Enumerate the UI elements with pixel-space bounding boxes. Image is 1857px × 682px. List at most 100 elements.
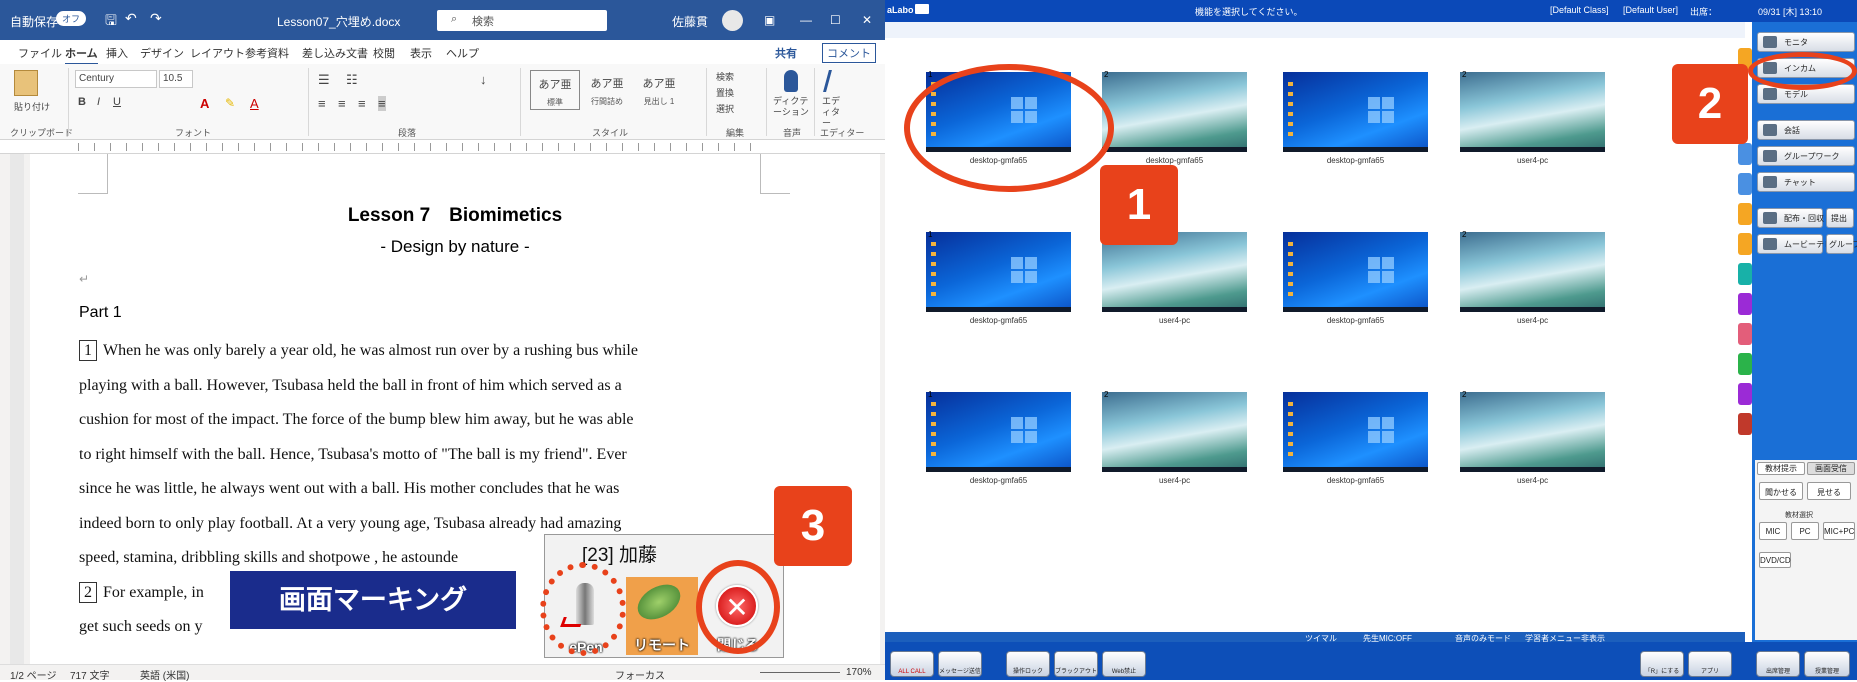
bullets-icon[interactable]: ☰ bbox=[318, 72, 330, 88]
tab-insert[interactable]: 挿入 bbox=[106, 45, 128, 61]
student-thumbnail[interactable]: 1 bbox=[926, 230, 1071, 312]
font-color-icon[interactable]: A bbox=[250, 96, 259, 111]
align-left-icon[interactable]: ≡ bbox=[318, 96, 326, 111]
message-button[interactable]: メッセージ送信 bbox=[938, 651, 982, 677]
tab-help[interactable]: ヘルプ bbox=[446, 45, 479, 61]
side-tab[interactable] bbox=[1738, 143, 1752, 165]
paste-button[interactable]: 貼り付け bbox=[14, 100, 50, 113]
student-thumbnail[interactable]: 2 bbox=[1460, 230, 1605, 312]
dvd-button[interactable]: DVD/CD bbox=[1759, 552, 1791, 568]
remote-button[interactable]: リモート bbox=[626, 577, 698, 655]
highlight-icon[interactable]: ✎ bbox=[225, 96, 235, 110]
tab-screen-receive[interactable]: 画面受信 bbox=[1807, 462, 1855, 475]
web-block-button[interactable]: Web禁止 bbox=[1102, 651, 1146, 677]
side-tab[interactable] bbox=[1738, 353, 1752, 375]
sort-icon[interactable]: ↓ bbox=[480, 72, 487, 87]
share-button[interactable]: 共有 bbox=[775, 45, 797, 61]
conversation-button[interactable]: 会話 bbox=[1757, 120, 1855, 140]
tab-materials[interactable]: 教材提示 bbox=[1757, 462, 1805, 475]
tab-design[interactable]: デザイン bbox=[140, 45, 184, 61]
select-button[interactable]: 選択 bbox=[716, 102, 734, 115]
tab-layout[interactable]: レイアウト bbox=[190, 45, 245, 61]
underline-button[interactable]: U bbox=[113, 96, 121, 108]
student-thumbnail[interactable]: 2 bbox=[1102, 390, 1247, 472]
student-thumbnail[interactable]: 2 bbox=[1102, 70, 1247, 152]
redo-icon[interactable]: ↷ bbox=[150, 10, 162, 27]
side-tab[interactable] bbox=[1738, 233, 1752, 255]
listen-button[interactable]: 聞かせる bbox=[1759, 482, 1803, 500]
bold-button[interactable]: B bbox=[78, 96, 86, 108]
vertical-ruler[interactable] bbox=[10, 154, 24, 664]
font-size-select[interactable]: 10.5 bbox=[159, 70, 193, 88]
numbering-icon[interactable]: ☷ bbox=[346, 72, 358, 88]
avatar[interactable] bbox=[722, 10, 743, 31]
side-tab[interactable] bbox=[1738, 203, 1752, 225]
side-tab[interactable] bbox=[1738, 383, 1752, 405]
student-thumbnail[interactable]: 2 bbox=[1460, 390, 1605, 472]
comment-button[interactable]: コメント bbox=[822, 43, 876, 63]
document-filename[interactable]: Lesson07_穴埋め.docx bbox=[277, 13, 400, 30]
ribbon-display-icon[interactable]: ▣ bbox=[764, 13, 775, 27]
student-thumbnail[interactable]: 2 bbox=[1460, 70, 1605, 152]
chat-button[interactable]: チャット bbox=[1757, 172, 1855, 192]
replace-button[interactable]: 置換 bbox=[716, 86, 734, 99]
editor-button[interactable]: エディター bbox=[822, 96, 848, 129]
tab-file[interactable]: ファイル bbox=[18, 45, 62, 61]
tab-mailings[interactable]: 差し込み文書 bbox=[302, 45, 368, 61]
submit-button[interactable]: 提出 bbox=[1826, 208, 1854, 228]
microphone-icon[interactable] bbox=[784, 70, 798, 92]
side-tab[interactable] bbox=[1738, 263, 1752, 285]
tab-view[interactable]: 表示 bbox=[410, 45, 432, 61]
zoom-slider[interactable] bbox=[760, 672, 840, 673]
save-icon[interactable]: 🖫 bbox=[105, 10, 117, 34]
mic-pc-button[interactable]: MIC+PC bbox=[1823, 522, 1855, 540]
justify-icon[interactable]: ≡ bbox=[378, 96, 386, 111]
side-tab[interactable] bbox=[1738, 323, 1752, 345]
style-normal[interactable]: あア亜 標準 bbox=[530, 70, 580, 110]
text-effect-icon[interactable]: A bbox=[200, 96, 209, 111]
find-button[interactable]: 検索 bbox=[716, 70, 734, 83]
side-tab[interactable] bbox=[1738, 173, 1752, 195]
groupwork-button[interactable]: グループワーク bbox=[1757, 146, 1855, 166]
lock-button[interactable]: 操作ロック bbox=[1006, 651, 1050, 677]
maximize-icon[interactable]: ☐ bbox=[830, 13, 841, 27]
blackout-button[interactable]: ブラックアウト bbox=[1054, 651, 1098, 677]
minimize-icon[interactable]: — bbox=[800, 13, 812, 27]
editor-icon[interactable] bbox=[823, 70, 847, 92]
tab-review[interactable]: 校閲 bbox=[373, 45, 395, 61]
attendance-button[interactable]: 出席管理 bbox=[1756, 651, 1800, 677]
show-button[interactable]: 見せる bbox=[1807, 482, 1851, 500]
style-no-spacing[interactable]: あア亜 行間詰め bbox=[582, 70, 632, 110]
class-manage-button[interactable]: 授業管理 bbox=[1804, 651, 1850, 677]
group-button[interactable]: グループ bbox=[1826, 234, 1857, 254]
student-thumbnail[interactable]: 1 bbox=[926, 390, 1071, 472]
zoom-level[interactable]: 170% bbox=[846, 667, 872, 678]
side-tab[interactable] bbox=[1738, 413, 1752, 435]
pc-button[interactable]: PC bbox=[1791, 522, 1819, 540]
tab-references[interactable]: 参考資料 bbox=[245, 45, 289, 61]
paste-icon[interactable] bbox=[14, 70, 38, 96]
monitor-button[interactable]: モニタ bbox=[1757, 32, 1855, 52]
r-button[interactable]: 「R」にする bbox=[1640, 651, 1684, 677]
horizontal-ruler[interactable] bbox=[0, 140, 885, 154]
style-heading1[interactable]: あア亜 見出し 1 bbox=[634, 70, 684, 110]
search-input[interactable]: ⌕ 検索 bbox=[437, 10, 607, 31]
tab-home[interactable]: ホーム bbox=[65, 45, 98, 65]
align-right-icon[interactable]: ≡ bbox=[358, 96, 366, 111]
apps-button[interactable]: アプリ bbox=[1688, 651, 1732, 677]
align-center-icon[interactable]: ≡ bbox=[338, 96, 346, 111]
student-thumbnail[interactable] bbox=[1283, 392, 1428, 472]
movie-button[interactable]: ムービーテレコ bbox=[1757, 234, 1840, 254]
distribute-button[interactable]: 配布・回収 bbox=[1757, 208, 1824, 228]
autosave-toggle[interactable]: オフ bbox=[56, 11, 87, 26]
font-name-select[interactable]: Century bbox=[75, 70, 157, 88]
undo-icon[interactable]: ↶ bbox=[125, 10, 137, 27]
dictate-button[interactable]: ディクテーション bbox=[773, 96, 809, 118]
side-tab[interactable] bbox=[1738, 293, 1752, 315]
all-call-button[interactable]: ALL CALL bbox=[890, 651, 934, 677]
student-thumbnail[interactable] bbox=[1283, 72, 1428, 152]
italic-button[interactable]: I bbox=[97, 96, 100, 108]
mic-button[interactable]: MIC bbox=[1759, 522, 1787, 540]
student-thumbnail[interactable] bbox=[1283, 232, 1428, 312]
close-window-icon[interactable]: ✕ bbox=[862, 13, 872, 27]
